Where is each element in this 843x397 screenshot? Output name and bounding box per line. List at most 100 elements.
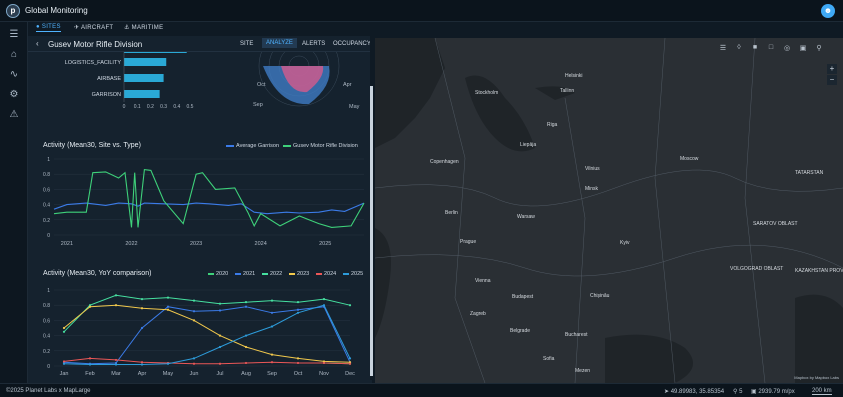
- yoy-point[interactable]: [218, 302, 222, 305]
- yoy-point[interactable]: [270, 325, 274, 328]
- yoy-point[interactable]: [244, 334, 248, 337]
- list-icon[interactable]: ☰: [717, 44, 729, 54]
- legend-label: 2025: [351, 271, 364, 277]
- bar[interactable]: [124, 90, 160, 98]
- zoom-in-button[interactable]: +: [827, 64, 837, 74]
- yoy-point[interactable]: [244, 301, 248, 304]
- yoy-point[interactable]: [62, 362, 66, 365]
- yoy-point[interactable]: [322, 361, 326, 365]
- yoy-point[interactable]: [166, 296, 170, 299]
- yoy-point[interactable]: [140, 307, 144, 310]
- yoy-series-line[interactable]: [63, 304, 351, 363]
- warning-icon[interactable]: ⚠: [7, 108, 21, 122]
- yoy-point[interactable]: [140, 298, 144, 301]
- yoy-point[interactable]: [114, 294, 118, 297]
- globe-icon[interactable]: ◎: [781, 44, 793, 54]
- legend-2025[interactable]: 2025: [343, 271, 363, 277]
- panel-scrollbar[interactable]: [370, 36, 373, 380]
- yoy-point[interactable]: [322, 304, 326, 307]
- layers-icon[interactable]: ◊: [733, 44, 745, 54]
- trend-icon[interactable]: ∿: [7, 68, 21, 82]
- app-logo-icon[interactable]: p: [6, 4, 20, 18]
- yoy-point[interactable]: [270, 299, 274, 302]
- subtab-analyze[interactable]: ANALYZE: [262, 38, 297, 48]
- yoy-point[interactable]: [192, 310, 196, 313]
- month-tick: Oct: [294, 371, 303, 377]
- tab-sites[interactable]: ● SITES: [36, 24, 61, 32]
- tab-aircraft[interactable]: ✈ AIRCRAFT: [74, 24, 113, 31]
- yoy-point[interactable]: [296, 311, 300, 314]
- user-avatar[interactable]: ☻: [821, 4, 835, 18]
- yoy-point[interactable]: [296, 301, 300, 304]
- yoy-point[interactable]: [166, 305, 170, 308]
- bar[interactable]: [124, 74, 164, 82]
- yoy-point[interactable]: [218, 362, 222, 365]
- yoy-point[interactable]: [244, 345, 248, 349]
- yoy-point[interactable]: [348, 362, 352, 365]
- box-icon[interactable]: □: [765, 44, 777, 54]
- map-label: Copenhagen: [430, 159, 459, 165]
- yoy-series-line[interactable]: [63, 306, 351, 365]
- shapes-icon[interactable]: ■: [749, 44, 761, 54]
- yoy-point[interactable]: [296, 308, 300, 311]
- yoy-point[interactable]: [192, 319, 196, 322]
- yoy-point[interactable]: [270, 353, 274, 356]
- yoy-series-line[interactable]: [63, 294, 351, 333]
- yoy-point[interactable]: [166, 362, 170, 365]
- yoy-point[interactable]: [114, 358, 118, 362]
- yoy-point[interactable]: [322, 298, 326, 301]
- legend-average-garrison[interactable]: Average Garrison: [226, 143, 279, 149]
- yoy-point[interactable]: [62, 326, 66, 330]
- yoy-point[interactable]: [114, 363, 118, 366]
- yoy-series-line[interactable]: [63, 304, 351, 365]
- yoy-point[interactable]: [62, 330, 66, 333]
- subtab-occupancy[interactable]: OCCUPANCY: [333, 41, 371, 47]
- yoy-point[interactable]: [88, 305, 92, 308]
- legend-2024[interactable]: 2024: [316, 271, 336, 277]
- expand-icon[interactable]: ▣: [797, 44, 809, 54]
- map-label: Sofia: [543, 356, 555, 362]
- zoom-out-button[interactable]: −: [827, 75, 837, 85]
- legend-2021[interactable]: 2021: [235, 271, 255, 277]
- bar[interactable]: [124, 58, 167, 66]
- yoy-point[interactable]: [218, 345, 222, 349]
- yoy-point[interactable]: [88, 357, 92, 360]
- yoy-point[interactable]: [192, 362, 196, 365]
- yoy-point[interactable]: [296, 357, 300, 360]
- yoy-point[interactable]: [88, 363, 92, 366]
- ytick-label: 0.6: [43, 318, 50, 324]
- series-line[interactable]: [53, 168, 365, 228]
- legend-gusev[interactable]: Gusev Motor Rifle Division: [283, 143, 358, 149]
- menu-icon[interactable]: ☰: [7, 28, 21, 42]
- yoy-point[interactable]: [348, 357, 352, 360]
- yoy-point[interactable]: [218, 309, 222, 312]
- map-attribution[interactable]: Mapbox by Mapbox Labs: [794, 375, 839, 380]
- home-icon[interactable]: ⌂: [7, 48, 21, 62]
- yoy-point[interactable]: [296, 361, 300, 365]
- yoy-point[interactable]: [192, 299, 196, 302]
- tools-icon[interactable]: ⚙: [7, 88, 21, 102]
- yoy-point[interactable]: [140, 363, 144, 366]
- yoy-point[interactable]: [218, 334, 222, 337]
- yoy-point[interactable]: [192, 357, 196, 360]
- tab-maritime[interactable]: ⚓ MARITIME: [124, 24, 163, 31]
- yoy-point[interactable]: [244, 361, 248, 365]
- yoy-point[interactable]: [244, 305, 248, 308]
- yoy-point[interactable]: [348, 304, 352, 307]
- yoy-point[interactable]: [270, 311, 274, 314]
- legend-2022[interactable]: 2022: [262, 271, 282, 277]
- back-icon[interactable]: ‹: [36, 39, 39, 48]
- yoy-point[interactable]: [62, 360, 66, 363]
- yoy-point[interactable]: [166, 308, 170, 311]
- yoy-point[interactable]: [270, 361, 274, 364]
- subtab-alerts[interactable]: ALERTS: [302, 41, 325, 47]
- scrollbar-thumb[interactable]: [370, 86, 373, 376]
- yoy-point[interactable]: [140, 326, 144, 330]
- search-icon[interactable]: ⚲: [813, 44, 825, 54]
- yoy-point[interactable]: [114, 304, 118, 307]
- legend-2023[interactable]: 2023: [289, 271, 309, 277]
- subtab-site[interactable]: SITE: [240, 41, 253, 47]
- yoy-point[interactable]: [140, 361, 144, 364]
- map-view[interactable]: Helsinki Stockholm Tallinn Riga Liepāja Copen…: [375, 38, 843, 383]
- legend-2020[interactable]: 2020: [208, 271, 228, 277]
